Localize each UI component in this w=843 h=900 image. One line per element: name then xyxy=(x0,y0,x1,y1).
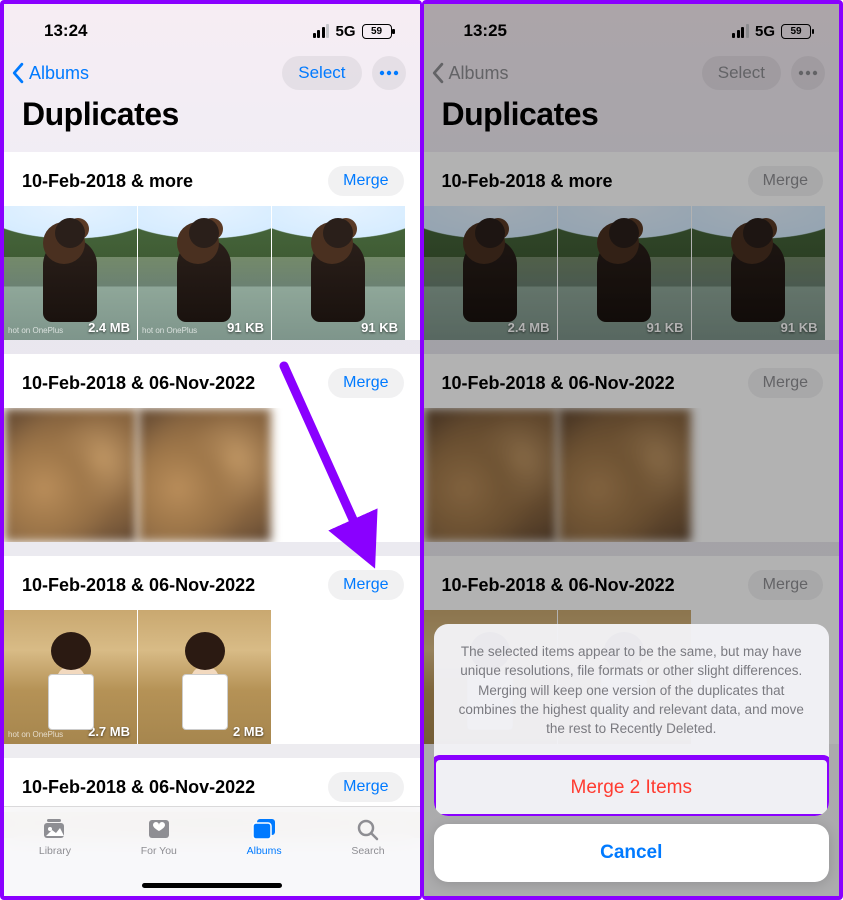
more-button[interactable] xyxy=(372,56,406,90)
back-button[interactable]: Albums xyxy=(10,62,89,84)
group-label: 10-Feb-2018 & 06-Nov-2022 xyxy=(22,777,255,798)
chevron-left-icon xyxy=(10,62,25,84)
home-indicator[interactable] xyxy=(142,883,282,888)
search-icon xyxy=(354,817,382,841)
signal-icon xyxy=(313,24,330,38)
merge-button[interactable]: Merge xyxy=(328,570,403,600)
tab-library[interactable]: Library xyxy=(39,817,71,857)
group-label: 10-Feb-2018 & 06-Nov-2022 xyxy=(22,575,255,596)
merge-button[interactable]: Merge xyxy=(328,772,403,802)
group-label: 10-Feb-2018 & more xyxy=(22,171,193,192)
tab-bar: Library For You Albums Search xyxy=(4,806,420,896)
photo-thumbnail[interactable]: 2 MB xyxy=(138,610,272,744)
page-title: Duplicates xyxy=(4,94,420,145)
status-time: 13:24 xyxy=(44,21,87,41)
photo-thumbnail[interactable]: hot on OnePlus2.7 MB xyxy=(4,610,138,744)
merge-button[interactable]: Merge xyxy=(328,166,403,196)
nav-bar: Albums Select xyxy=(4,46,420,94)
duplicate-groups-list[interactable]: 10-Feb-2018 & more Merge hot on OnePlus2… xyxy=(4,152,420,896)
action-sheet: The selected items appear to be the same… xyxy=(434,624,830,882)
duplicate-group: 10-Feb-2018 & 06-Nov-2022 Merge xyxy=(4,354,420,542)
photo-thumbnail[interactable] xyxy=(4,408,138,542)
battery-icon: 59 xyxy=(362,24,392,39)
albums-icon xyxy=(250,817,278,841)
merge-button[interactable]: Merge xyxy=(328,368,403,398)
duplicate-group: 10-Feb-2018 & 06-Nov-2022 Merge hot on O… xyxy=(4,556,420,744)
back-label: Albums xyxy=(29,63,89,84)
photo-thumbnail[interactable]: hot on OnePlus2.4 MB xyxy=(4,206,138,340)
group-label: 10-Feb-2018 & 06-Nov-2022 xyxy=(22,373,255,394)
tab-search[interactable]: Search xyxy=(351,817,384,857)
select-button[interactable]: Select xyxy=(282,56,361,90)
tab-albums[interactable]: Albums xyxy=(247,817,282,857)
photo-thumbnail[interactable] xyxy=(138,408,272,542)
status-bar: 13:24 5G 59 xyxy=(4,4,420,46)
photo-thumbnail[interactable]: 91 KB xyxy=(272,206,406,340)
duplicate-group: 10-Feb-2018 & more Merge hot on OnePlus2… xyxy=(4,152,420,340)
photo-thumbnail[interactable]: hot on OnePlus91 KB xyxy=(138,206,272,340)
foryou-icon xyxy=(145,817,173,841)
library-icon xyxy=(41,817,69,841)
merge-confirm-button[interactable]: Merge 2 Items xyxy=(434,758,830,816)
sheet-message: The selected items appear to be the same… xyxy=(434,624,830,758)
network-label: 5G xyxy=(335,23,355,40)
tab-foryou[interactable]: For You xyxy=(141,817,177,857)
ellipsis-icon xyxy=(379,70,399,76)
cancel-button[interactable]: Cancel xyxy=(434,824,830,882)
